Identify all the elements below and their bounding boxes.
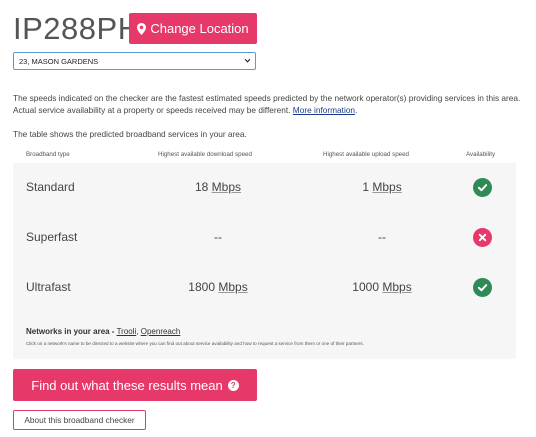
check-icon — [473, 178, 492, 197]
check-icon — [473, 278, 492, 297]
download-unit: Mbps — [211, 180, 242, 194]
table-row: Standard 18 Mbps 1 Mbps — [13, 163, 516, 213]
download-speed: 18 Mbps — [163, 180, 273, 194]
upload-speed: 1 Mbps — [327, 180, 437, 194]
download-value: 1800 — [188, 280, 215, 294]
row-type: Ultrafast — [26, 280, 71, 294]
upload-speed: 1000 Mbps — [327, 280, 437, 294]
networks-note: Click on a network's name to be directed… — [26, 341, 364, 346]
address-select[interactable]: 23, MASON GARDENS — [13, 52, 256, 70]
intro-body: The speeds indicated on the checker are … — [13, 93, 521, 115]
networks-label: Networks in your area - — [26, 327, 115, 336]
about-button-label: About this broadband checker — [24, 415, 135, 425]
map-marker-icon — [137, 22, 147, 35]
chevron-down-icon — [244, 58, 251, 63]
header-download-speed: Highest available download speed — [158, 151, 252, 158]
about-checker-button[interactable]: About this broadband checker — [13, 410, 146, 430]
download-value: -- — [214, 230, 222, 244]
header-availability: Availability — [466, 151, 496, 158]
download-value: 18 — [194, 180, 209, 194]
results-button-label: Find out what these results mean — [31, 377, 223, 393]
table-row: Superfast -- -- — [13, 213, 516, 263]
download-unit: Mbps — [218, 280, 248, 294]
networks-line: Networks in your area - Trooli, Openreac… — [26, 327, 181, 336]
upload-speed: -- — [327, 230, 437, 244]
header-upload-speed: Highest available upload speed — [323, 151, 409, 158]
table-intro: The table shows the predicted broadband … — [13, 129, 247, 139]
intro-text: The speeds indicated on the checker are … — [13, 93, 521, 115]
cross-icon — [473, 228, 492, 247]
row-type: Standard — [26, 180, 75, 194]
network-link-trooli[interactable]: Trooli — [117, 327, 137, 336]
upload-value: 1000 — [352, 280, 379, 294]
address-select-value: 23, MASON GARDENS — [19, 56, 99, 66]
question-circle-icon: ? — [227, 379, 239, 391]
upload-unit: Mbps — [382, 280, 412, 294]
change-location-label: Change Location — [150, 21, 249, 36]
download-speed: 1800 Mbps — [163, 280, 273, 294]
download-speed: -- — [163, 230, 273, 244]
row-type: Superfast — [26, 230, 78, 244]
network-link-openreach[interactable]: Openreach — [141, 327, 181, 336]
more-information-link[interactable]: More information — [293, 105, 355, 115]
postcode-title: IP288PH — [13, 11, 141, 46]
upload-value: 1 — [362, 180, 369, 194]
table-row: Ultrafast 1800 Mbps 1000 Mbps — [13, 263, 516, 313]
upload-unit: Mbps — [372, 180, 402, 194]
upload-value: -- — [378, 230, 386, 244]
find-out-results-button[interactable]: Find out what these results mean ? — [13, 369, 257, 401]
change-location-button[interactable]: Change Location — [129, 13, 257, 44]
header-broadband-type: Broadband type — [26, 151, 70, 158]
